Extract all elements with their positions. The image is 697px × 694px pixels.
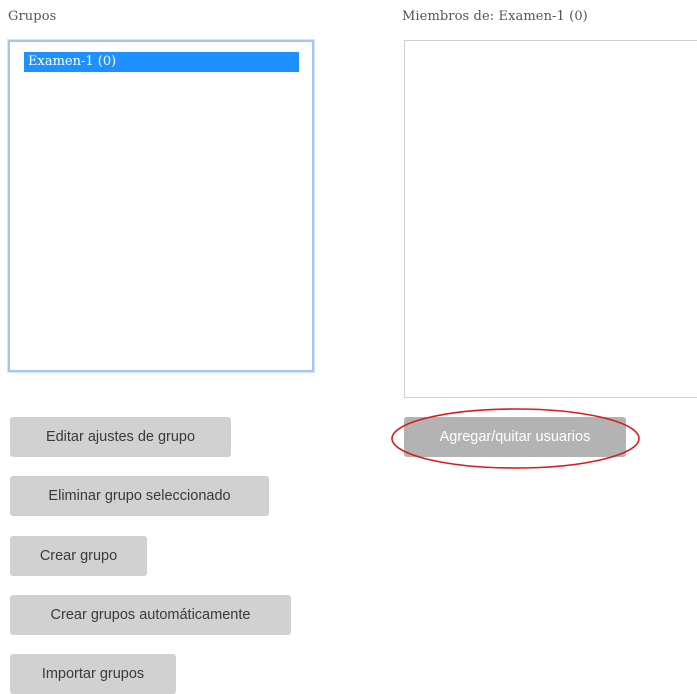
members-listbox[interactable] (404, 40, 697, 398)
members-label: Miembros de: Examen-1 (0) (402, 9, 588, 24)
import-groups-button[interactable]: Importar grupos (10, 654, 176, 694)
add-remove-users-button[interactable]: Agregar/quitar usuarios (404, 417, 626, 457)
delete-selected-group-button[interactable]: Eliminar grupo seleccionado (10, 476, 269, 516)
groups-label: Grupos (8, 9, 57, 24)
edit-group-settings-button[interactable]: Editar ajustes de grupo (10, 417, 231, 457)
create-group-button[interactable]: Crear grupo (10, 536, 147, 576)
groups-listbox[interactable]: Examen-1 (0) (8, 40, 314, 372)
group-option-examen-1[interactable]: Examen-1 (0) (24, 52, 299, 72)
auto-create-groups-button[interactable]: Crear grupos automáticamente (10, 595, 291, 635)
